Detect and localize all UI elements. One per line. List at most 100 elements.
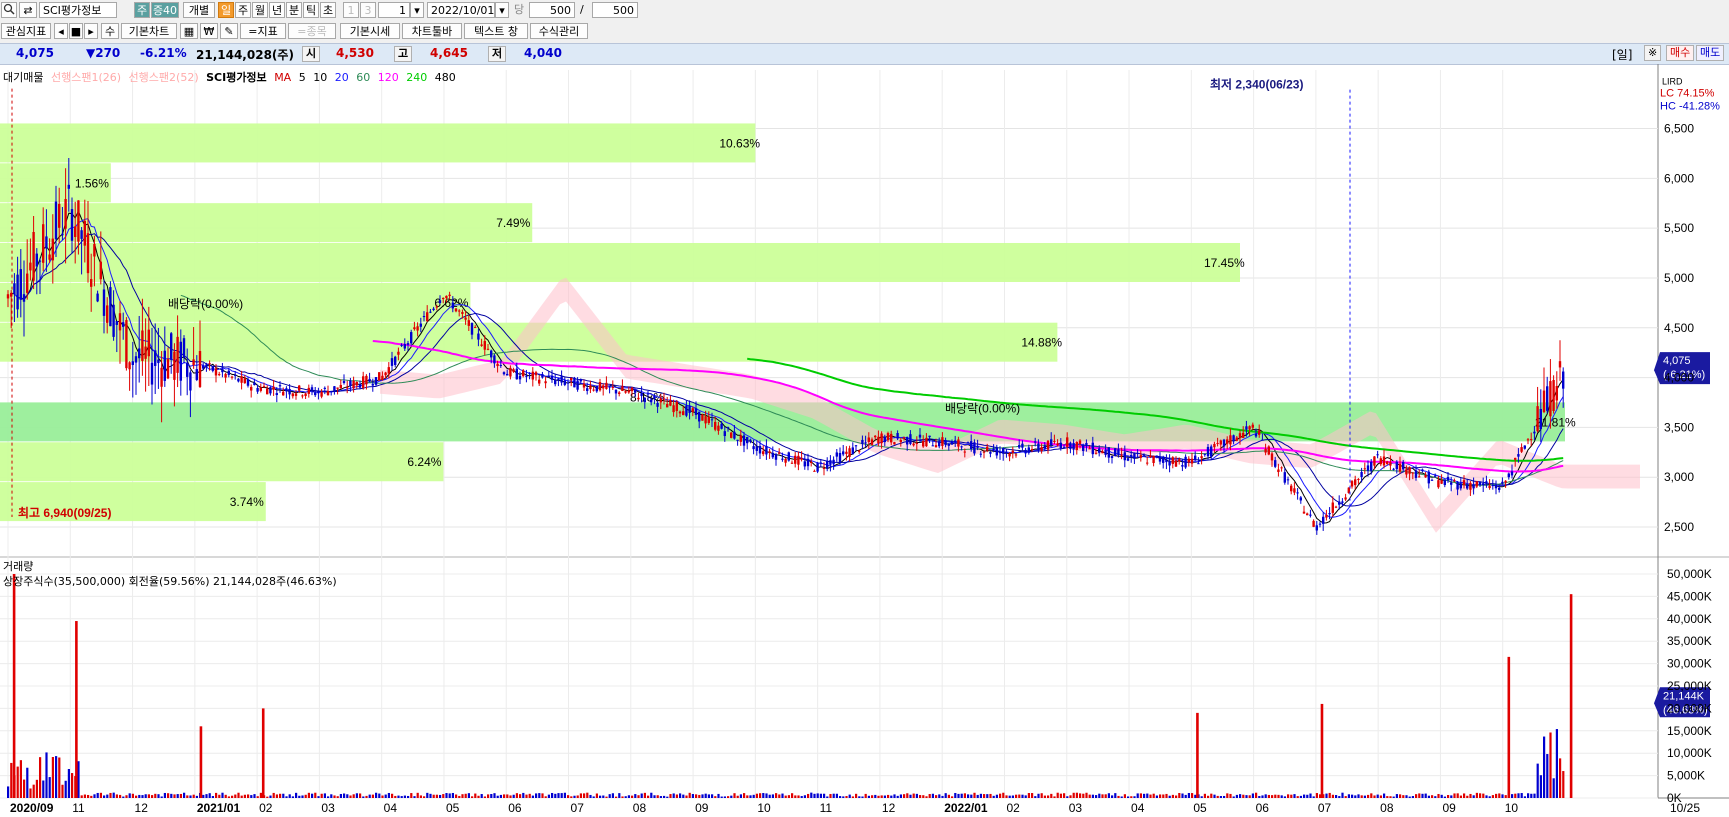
date-tick-label: 05 (1193, 801, 1207, 815)
date-tick-label: 12 (135, 801, 149, 815)
volume-bar (775, 793, 778, 798)
ma480-legend[interactable]: 480 (435, 71, 456, 84)
basic-price-button[interactable]: 기본시세 (340, 23, 400, 39)
daegi-legend[interactable]: 대기매물 (3, 71, 43, 84)
candle-body (1139, 455, 1142, 458)
volume-bar (333, 795, 336, 798)
sell-button[interactable]: 매도 (1696, 45, 1725, 61)
ma10-legend[interactable]: 10 (313, 71, 327, 84)
grid-icon[interactable]: ▦ (180, 23, 198, 39)
period-tick-button[interactable]: 틱 (303, 2, 319, 18)
interval-1-button[interactable]: 1 (343, 2, 359, 18)
date-dropdown-icon[interactable]: ▾ (495, 2, 509, 18)
margin-badge[interactable]: 증40 (151, 2, 179, 18)
ma240-legend[interactable]: 240 (406, 71, 427, 84)
candle-body (813, 470, 816, 472)
indicator-menu-button[interactable]: 관심지표 (1, 23, 51, 39)
stock-chart[interactable]: 10.63%1.56%7.49%17.45%6.62%14.88%21.81%6… (0, 64, 1729, 817)
interval-3-button[interactable]: 3 (360, 2, 376, 18)
text-window-button[interactable]: 텍스트 창 (464, 23, 528, 39)
candle-body (326, 390, 330, 396)
candle-body (272, 386, 275, 390)
chart-toolbar-button[interactable]: 차트툴바 (402, 23, 462, 39)
individual-button[interactable]: 개별 (183, 2, 215, 18)
candle-body (202, 365, 205, 369)
wrench-icon[interactable]: ✎ (220, 23, 238, 39)
volume-bar (304, 794, 307, 798)
period-week-button[interactable]: 주 (235, 2, 251, 18)
candle-body (74, 226, 77, 238)
volume-bar (672, 793, 675, 798)
candle-body (1366, 465, 1370, 471)
volume-bar (643, 792, 646, 798)
settings-icon[interactable]: ※ (1644, 45, 1662, 61)
stock-type-badge[interactable]: 주 (134, 2, 150, 18)
volume-bar (1370, 793, 1373, 798)
ma-legend[interactable]: MA (274, 71, 291, 84)
candle-body (1184, 456, 1187, 468)
candle-body (781, 458, 784, 460)
candle-body (1037, 443, 1040, 450)
candle-body (877, 436, 880, 444)
su-button[interactable]: 수 (101, 23, 119, 39)
scroll-left-icon[interactable]: ◂ (54, 23, 68, 39)
candle-body (768, 451, 771, 454)
sci-legend[interactable]: SCI평가정보 (206, 71, 267, 84)
volume-bar (1351, 794, 1354, 798)
volume-bar (429, 793, 432, 798)
candle-body (861, 439, 864, 444)
candle-body (723, 431, 726, 437)
won-icon[interactable]: ₩ (200, 23, 218, 39)
stock-name-input[interactable]: SCI평가정보 (39, 2, 117, 18)
ma20-legend[interactable]: 20 (335, 71, 349, 84)
period-year-button[interactable]: 년 (269, 2, 285, 18)
volume-title[interactable]: 거래량 (3, 560, 33, 573)
date-tick-label: 2022/01 (944, 801, 988, 815)
period-second-button[interactable]: 초 (320, 2, 336, 18)
volume-bar (490, 794, 493, 798)
span1-legend[interactable]: 선행스팬1(26) (51, 71, 121, 84)
ma120-legend[interactable]: 120 (378, 71, 399, 84)
candle-body (317, 391, 320, 394)
volume-bar (986, 794, 989, 798)
volume-bar (1517, 793, 1520, 798)
candle-body (816, 462, 819, 472)
ma5-legend[interactable]: 5 (299, 71, 306, 84)
candle-body (29, 262, 32, 271)
volume-bar (1504, 795, 1507, 798)
candle-body (1088, 448, 1091, 450)
candle-body (1315, 525, 1318, 531)
period-month-button[interactable]: 월 (252, 2, 268, 18)
index-button[interactable]: =지표 (240, 23, 286, 39)
swap-icon[interactable]: ⇄ (19, 2, 37, 18)
volume-bar (768, 794, 771, 798)
volume-bar (237, 792, 240, 798)
qty-input-2[interactable]: 500 (592, 2, 638, 18)
volume-bar (1290, 794, 1293, 798)
buy-button[interactable]: 매수 (1666, 45, 1695, 61)
chevron-down-icon[interactable]: ▾ (410, 2, 424, 18)
candle-body (333, 386, 336, 392)
span2-legend[interactable]: 선행스팬2(52) (129, 71, 199, 84)
qty-input-1[interactable]: 500 (529, 2, 575, 18)
ma60-legend[interactable]: 60 (356, 71, 370, 84)
candle-body (275, 393, 278, 396)
date-input[interactable]: 2022/10/01 (427, 2, 495, 18)
candle-body (941, 437, 944, 447)
period-minute-button[interactable]: 분 (286, 2, 302, 18)
volume-bar (874, 794, 877, 798)
candle-body (627, 390, 630, 393)
scroll-right-icon[interactable]: ▸ (84, 23, 98, 39)
volume-bar (432, 794, 435, 798)
candle-body (550, 375, 554, 380)
stop-icon[interactable]: ■ (69, 23, 83, 39)
interval-input[interactable]: 1 (378, 2, 410, 18)
candle-body (829, 460, 832, 465)
formula-manage-button[interactable]: 수식관리 (530, 23, 588, 39)
candle-body (1043, 445, 1046, 449)
basic-chart-button[interactable]: 기본차트 (121, 23, 177, 39)
item-button[interactable]: =종목 (288, 23, 336, 39)
volume-bar (1411, 796, 1414, 798)
period-day-button[interactable]: 일 (218, 2, 234, 18)
search-icon[interactable] (1, 2, 17, 18)
